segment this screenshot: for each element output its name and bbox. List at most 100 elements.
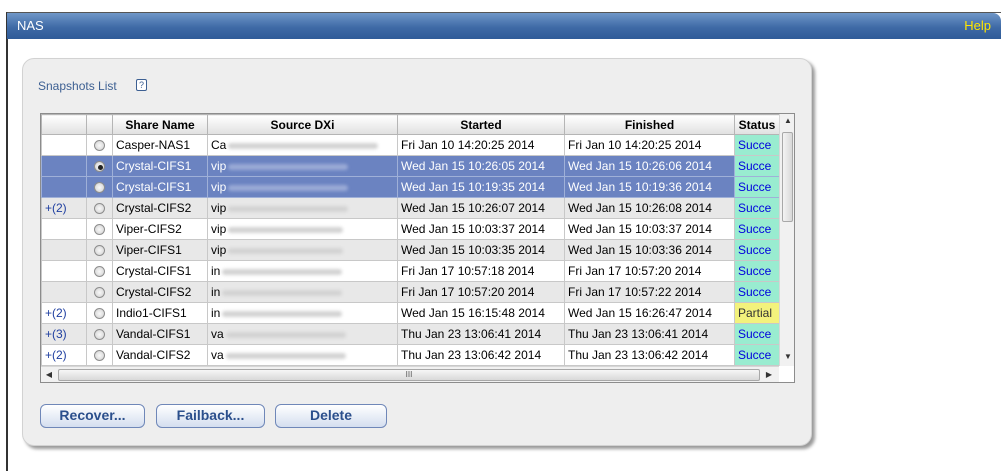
started-cell-text: Wed Jan 15 10:03:37 2014 — [401, 222, 545, 236]
redacted-hostname — [228, 184, 349, 191]
select-cell[interactable] — [86, 281, 113, 303]
select-cell[interactable] — [86, 239, 113, 261]
share-name-cell-text: Indio1-CIFS1 — [116, 306, 187, 320]
select-cell[interactable] — [86, 155, 113, 177]
table-row[interactable]: Crystal-CIFS2 in Fri Jan 17 10:57:20 2014 F… — [41, 281, 780, 303]
status-cell: Succe — [734, 155, 780, 177]
started-cell-text: Fri Jan 17 10:57:18 2014 — [401, 264, 535, 278]
column-header-select — [86, 114, 113, 135]
expand-cell-text[interactable]: +(2) — [45, 348, 67, 362]
row-radio-button[interactable] — [94, 245, 105, 257]
started-cell: Fri Jan 10 14:20:25 2014 — [397, 134, 565, 156]
table-row[interactable]: +(2) Indio1-CIFS1 in Wed Jan 15 16:15:48 20… — [41, 302, 780, 324]
finished-cell-text: Wed Jan 15 10:26:08 2014 — [568, 201, 712, 215]
row-radio-button[interactable] — [94, 140, 105, 152]
row-radio-button[interactable] — [94, 329, 105, 341]
finished-cell: Wed Jan 15 10:03:37 2014 — [564, 218, 735, 240]
finished-cell-text: Wed Jan 15 16:26:47 2014 — [568, 306, 712, 320]
table-row[interactable]: Casper-NAS1 Ca Fri Jan 10 14:20:25 2014 Fri… — [41, 134, 780, 156]
status-cell-text: Succe — [738, 243, 772, 257]
started-cell: Fri Jan 17 10:57:18 2014 — [397, 260, 565, 282]
share-name-cell: Crystal-CIFS1 — [112, 176, 208, 198]
finished-cell-text: Thu Jan 23 13:06:41 2014 — [568, 327, 709, 341]
share-name-cell-text: Vandal-CIFS2 — [116, 348, 191, 362]
status-cell: Succe — [734, 197, 780, 219]
row-radio-button[interactable] — [94, 266, 105, 278]
recover-button[interactable]: Recover... — [40, 404, 145, 428]
started-cell: Wed Jan 15 10:19:35 2014 — [397, 176, 565, 198]
status-cell-text: Succe — [738, 180, 772, 194]
row-radio-button[interactable] — [94, 203, 105, 215]
horizontal-scrollbar[interactable]: ◀ III ▶ — [41, 366, 779, 382]
expand-cell-text[interactable]: +(2) — [45, 306, 67, 320]
select-cell[interactable] — [86, 134, 113, 156]
column-header-source-dxi[interactable]: Source DXi — [207, 114, 398, 135]
source-dxi-cell-text: va — [211, 327, 224, 341]
select-cell[interactable] — [86, 176, 113, 198]
expand-cell — [41, 281, 87, 303]
expand-cell[interactable]: +(2) — [41, 197, 87, 219]
column-header-status[interactable]: Status — [734, 114, 780, 135]
help-link[interactable]: Help — [964, 18, 991, 33]
expand-cell-text[interactable]: +(2) — [45, 201, 67, 215]
finished-cell-text: Thu Jan 23 13:06:42 2014 — [568, 348, 709, 362]
select-cell[interactable] — [86, 218, 113, 240]
select-cell[interactable] — [86, 302, 113, 324]
row-radio-button[interactable] — [94, 224, 105, 236]
row-radio-button[interactable] — [94, 161, 105, 173]
started-cell: Wed Jan 15 10:03:37 2014 — [397, 218, 565, 240]
source-dxi-cell-text: vip — [211, 159, 227, 173]
vertical-scrollbar[interactable]: ▲ ▼ — [779, 114, 794, 366]
table-row[interactable]: Crystal-CIFS1 in Fri Jan 17 10:57:18 2014 F… — [41, 260, 780, 282]
table-row[interactable]: Crystal-CIFS1 vip Wed Jan 15 10:26:05 2014… — [41, 155, 780, 177]
row-radio-button[interactable] — [94, 287, 105, 299]
table-row[interactable]: +(3) Vandal-CIFS1 va Thu Jan 23 13:06:41 20… — [41, 323, 780, 345]
share-name-cell-text: Vandal-CIFS1 — [116, 327, 191, 341]
row-radio-button[interactable] — [94, 182, 105, 194]
expand-cell-text[interactable]: +(3) — [45, 327, 67, 341]
select-cell[interactable] — [86, 323, 113, 345]
status-cell: Succe — [734, 323, 780, 345]
scroll-up-icon[interactable]: ▲ — [780, 116, 794, 125]
column-header-share-name[interactable]: Share Name — [112, 114, 208, 135]
expand-cell[interactable]: +(3) — [41, 323, 87, 345]
select-cell[interactable] — [86, 197, 113, 219]
source-dxi-cell: in — [207, 302, 398, 324]
started-cell: Wed Jan 15 16:15:48 2014 — [397, 302, 565, 324]
started-cell-text: Wed Jan 15 16:15:48 2014 — [401, 306, 545, 320]
row-radio-button[interactable] — [94, 308, 105, 320]
table-row[interactable]: Viper-CIFS1 vip Wed Jan 15 10:03:35 2014 We… — [41, 239, 780, 261]
started-cell-text: Wed Jan 15 10:19:35 2014 — [401, 180, 545, 194]
table-row[interactable]: +(2) Crystal-CIFS2 vip Wed Jan 15 10:26:07 … — [41, 197, 780, 219]
vertical-scroll-thumb[interactable] — [782, 132, 793, 222]
source-dxi-cell-text: va — [211, 348, 224, 362]
delete-button[interactable]: Delete — [275, 404, 387, 428]
finished-cell-text: Wed Jan 15 10:03:36 2014 — [568, 243, 712, 257]
horizontal-scroll-thumb[interactable]: III — [58, 369, 760, 381]
started-cell: Fri Jan 17 10:57:20 2014 — [397, 281, 565, 303]
table-row[interactable]: Crystal-CIFS1 vip Wed Jan 15 10:19:35 2014… — [41, 176, 780, 198]
select-cell[interactable] — [86, 344, 113, 366]
expand-cell[interactable]: +(2) — [41, 344, 87, 366]
table-row[interactable]: Viper-CIFS2 vip Wed Jan 15 10:03:37 2014 We… — [41, 218, 780, 240]
failback-button[interactable]: Failback... — [156, 404, 265, 428]
finished-cell: Wed Jan 15 10:19:36 2014 — [564, 176, 735, 198]
section-title: Snapshots List — [38, 79, 117, 93]
help-question-icon[interactable]: ? — [136, 79, 147, 91]
source-dxi-cell: in — [207, 260, 398, 282]
finished-cell: Wed Jan 15 10:26:06 2014 — [564, 155, 735, 177]
scroll-right-icon[interactable]: ▶ — [761, 370, 777, 379]
row-radio-button[interactable] — [94, 350, 105, 362]
expand-cell — [41, 239, 87, 261]
status-cell-text: Succe — [738, 159, 772, 173]
source-dxi-cell-text: in — [211, 306, 221, 320]
expand-cell[interactable]: +(2) — [41, 302, 87, 324]
redacted-hostname — [228, 163, 349, 170]
table-row[interactable]: +(2) Vandal-CIFS2 va Thu Jan 23 13:06:42 20… — [41, 344, 780, 366]
scroll-down-icon[interactable]: ▼ — [780, 352, 794, 361]
column-header-finished[interactable]: Finished — [564, 114, 735, 135]
started-cell: Thu Jan 23 13:06:41 2014 — [397, 323, 565, 345]
column-header-started[interactable]: Started — [397, 114, 565, 135]
select-cell[interactable] — [86, 260, 113, 282]
scroll-left-icon[interactable]: ◀ — [41, 370, 57, 379]
